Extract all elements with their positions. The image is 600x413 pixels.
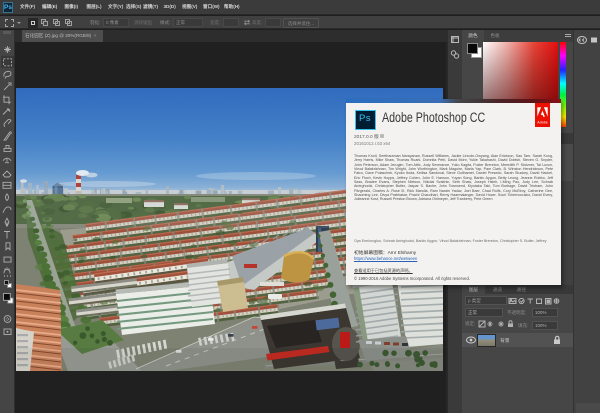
svg-text:Adobe: Adobe — [537, 120, 547, 124]
